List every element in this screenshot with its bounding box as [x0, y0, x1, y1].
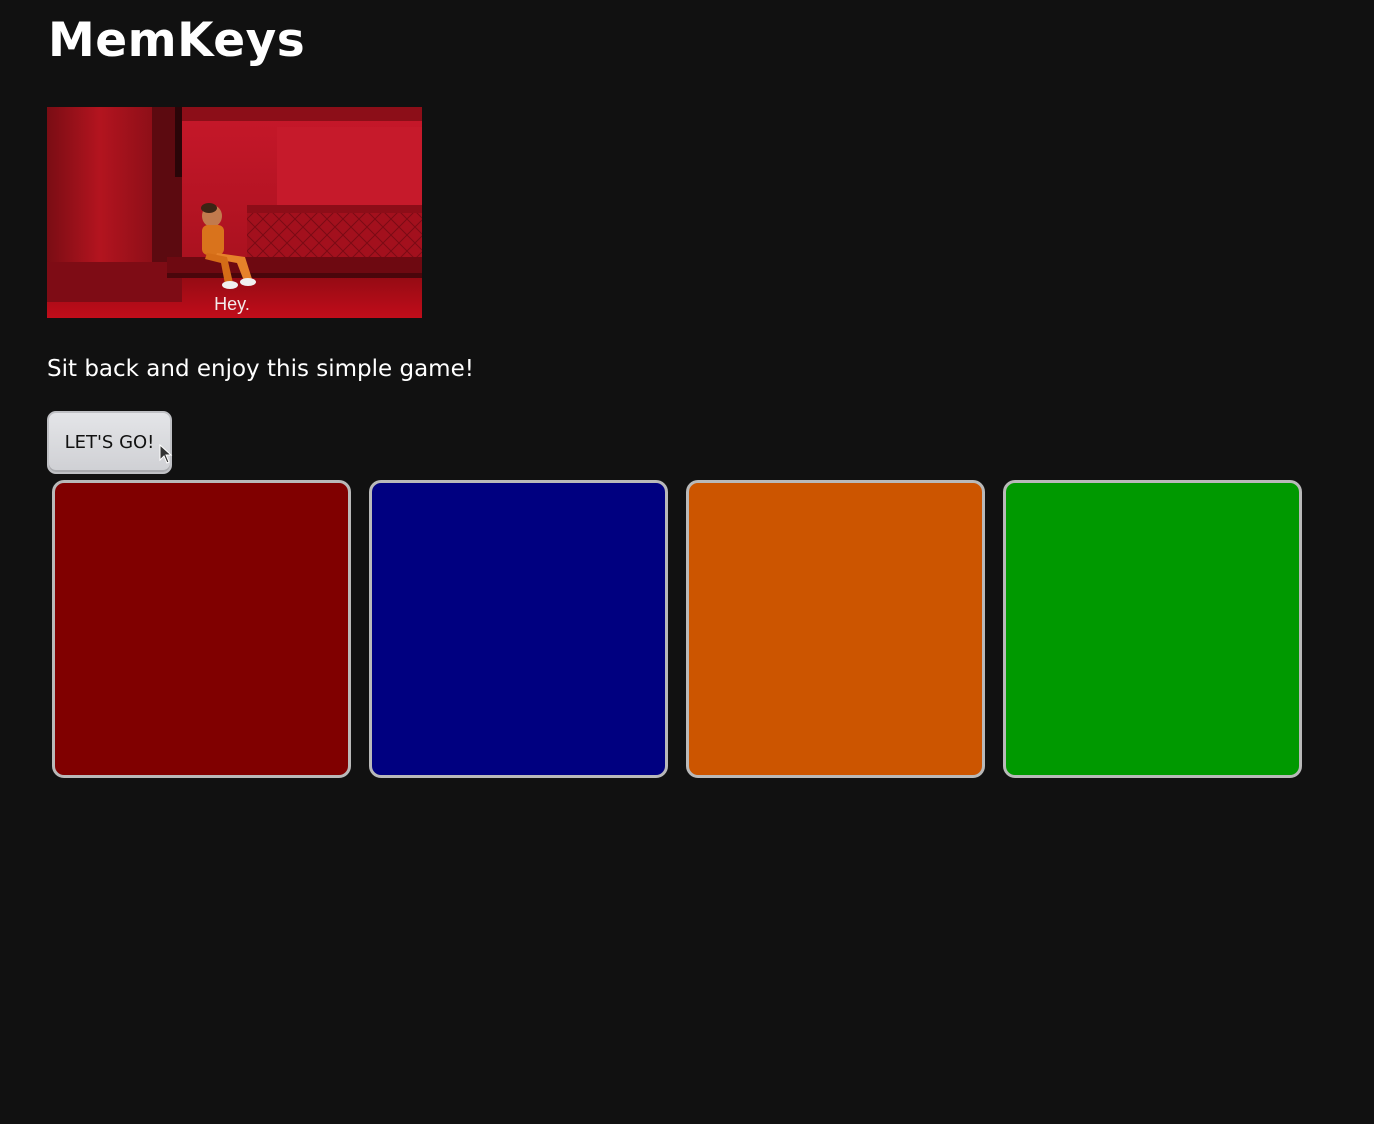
start-button[interactable]: LET'S GO!	[47, 411, 172, 474]
gif-caption: Hey.	[214, 294, 250, 314]
color-pad-green[interactable]	[1003, 480, 1302, 778]
app-title: MemKeys	[48, 13, 306, 68]
color-pad-orange[interactable]	[686, 480, 985, 778]
color-pad-blue[interactable]	[369, 480, 668, 778]
page: MemKeys Hey. Sit back and enjoy this sim…	[0, 0, 1374, 1124]
color-pad-red[interactable]	[52, 480, 351, 778]
intro-gif: Hey.	[47, 107, 422, 318]
tagline: Sit back and enjoy this simple game!	[47, 356, 474, 382]
